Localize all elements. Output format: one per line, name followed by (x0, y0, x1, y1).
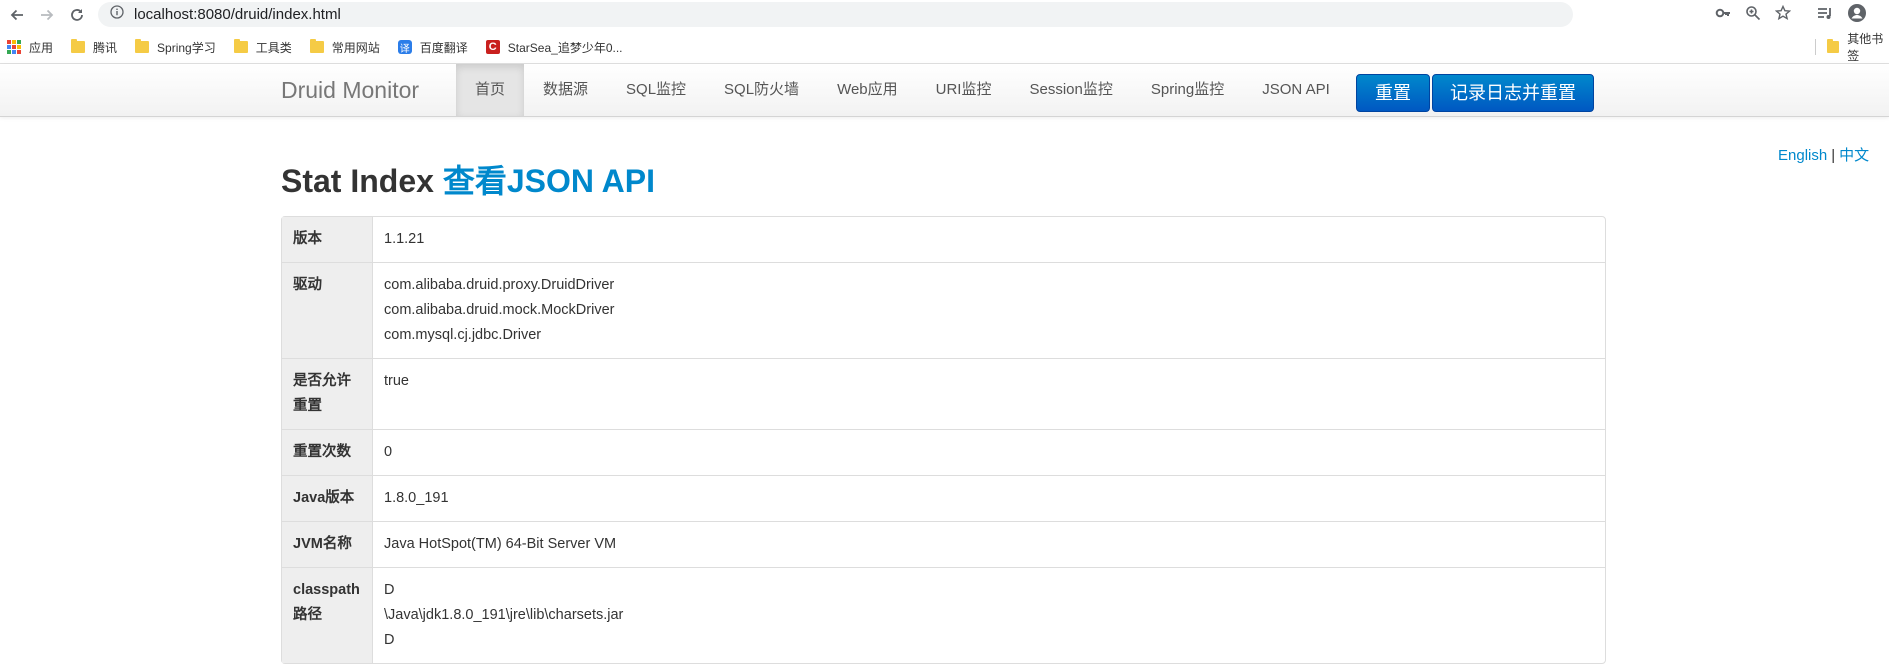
key-icon[interactable] (1715, 5, 1731, 26)
bookmark-spring[interactable]: Spring学习 (135, 39, 216, 56)
row-value: 1.8.0_191 (373, 475, 1605, 521)
row-value: 0 (373, 429, 1605, 475)
bookmark-label: 腾讯 (93, 40, 118, 55)
row-value: D \Java\jdk1.8.0_191\jre\lib\charsets.ja… (373, 567, 1605, 663)
browser-toolbar: localhost:8080/druid/index.html (0, 0, 1889, 30)
reload-icon[interactable] (64, 2, 90, 28)
row-value: true (373, 358, 1605, 429)
forward-icon[interactable] (34, 2, 60, 28)
language-separator: | (1831, 147, 1836, 164)
bookmark-label: 其他书签 (1847, 32, 1884, 63)
info-icon[interactable] (110, 5, 124, 24)
folder-icon (135, 39, 150, 53)
csdn-icon: C (485, 40, 500, 54)
profile-icon[interactable] (1847, 3, 1867, 28)
value-line: 1.8.0_191 (384, 490, 449, 506)
folder-icon (71, 39, 86, 53)
chinese-link[interactable]: 中文 (1839, 147, 1869, 164)
bookmark-label: 百度翻译 (419, 40, 468, 55)
star-icon[interactable] (1774, 4, 1792, 26)
nav-item-sql[interactable]: SQL监控 (607, 64, 705, 116)
nav-item-json-api[interactable]: JSON API (1243, 64, 1349, 116)
folder-icon (1827, 39, 1840, 53)
value-line: com.alibaba.druid.proxy.DruidDriver (384, 277, 615, 293)
nav-item-home[interactable]: 首页 (456, 64, 525, 116)
table-row: 版本 1.1.21 (282, 217, 1605, 262)
row-key: classpath路径 (282, 567, 373, 663)
log-and-reset-button[interactable]: 记录日志并重置 (1432, 74, 1594, 112)
baidu-fanyi-icon: 译 (397, 40, 412, 55)
table-row: 驱动 com.alibaba.druid.proxy.DruidDriver c… (282, 262, 1605, 358)
table-row: classpath路径 D \Java\jdk1.8.0_191\jre\lib… (282, 567, 1605, 663)
row-key: JVM名称 (282, 521, 373, 567)
bookmark-tencent[interactable]: 腾讯 (71, 39, 117, 56)
bookmark-baidu-fanyi[interactable]: 译 百度翻译 (397, 39, 468, 56)
value-line: 0 (384, 444, 393, 460)
english-link[interactable]: English (1778, 147, 1827, 164)
table-row: 重置次数 0 (282, 429, 1605, 475)
reset-button[interactable]: 重置 (1356, 74, 1430, 112)
value-line: com.mysql.cj.jdbc.Driver (384, 327, 542, 343)
page-title-text: Stat Index (281, 163, 434, 199)
row-value: com.alibaba.druid.proxy.DruidDriver com.… (373, 262, 1605, 358)
druid-navbar: Druid Monitor 首页 数据源 SQL监控 SQL防火墙 Web应用 … (0, 64, 1889, 117)
row-key: 版本 (282, 217, 373, 262)
value-line: com.alibaba.druid.mock.MockDriver (384, 302, 615, 318)
json-api-link[interactable]: 查看JSON API (443, 163, 655, 199)
table-row: Java版本 1.8.0_191 (282, 475, 1605, 521)
bookmark-csdn[interactable]: C StarSea_追梦少年0... (485, 39, 623, 56)
value-line: \Java\jdk1.8.0_191\jre\lib\charsets.jar (384, 607, 624, 623)
stat-table: 版本 1.1.21 驱动 com.alibaba.druid.proxy.Dru… (281, 216, 1606, 664)
apps-grid-icon (7, 40, 21, 54)
bookmark-tools[interactable]: 工具类 (233, 39, 292, 56)
brand[interactable]: Druid Monitor (281, 64, 419, 116)
reading-list-icon[interactable] (1817, 5, 1833, 26)
zoom-icon[interactable] (1745, 5, 1761, 26)
value-line: D (384, 632, 395, 648)
back-icon[interactable] (4, 2, 30, 28)
folder-icon (309, 39, 324, 53)
bookmarks-bar: 应用 腾讯 Spring学习 工具类 常用网站 译 百度翻译 C StarSea… (0, 31, 1889, 64)
row-key: Java版本 (282, 475, 373, 521)
language-switch: English | 中文 (1778, 144, 1869, 165)
bookmark-label: 工具类 (255, 40, 292, 55)
bookmark-other[interactable]: 其他书签 (1827, 31, 1889, 63)
bookmark-label: 常用网站 (331, 40, 380, 55)
nav-item-session[interactable]: Session监控 (1010, 64, 1131, 116)
row-key: 是否允许重置 (282, 358, 373, 429)
row-key: 重置次数 (282, 429, 373, 475)
value-line: 1.1.21 (384, 231, 425, 247)
table-row: 是否允许重置 true (282, 358, 1605, 429)
bookmark-common-sites[interactable]: 常用网站 (309, 39, 380, 56)
row-value: 1.1.21 (373, 217, 1605, 262)
page-title: Stat Index 查看JSON API (281, 156, 655, 202)
bookmark-divider (1815, 39, 1816, 55)
row-value: Java HotSpot(TM) 64-Bit Server VM (373, 521, 1605, 567)
nav-item-webapp[interactable]: Web应用 (818, 64, 917, 116)
bookmark-apps[interactable]: 应用 (7, 39, 53, 56)
address-bar[interactable]: localhost:8080/druid/index.html (98, 2, 1573, 27)
bookmark-label: 应用 (29, 40, 54, 55)
table-row: JVM名称 Java HotSpot(TM) 64-Bit Server VM (282, 521, 1605, 567)
nav-menu: 首页 数据源 SQL监控 SQL防火墙 Web应用 URI监控 Session监… (456, 64, 1349, 116)
nav-item-spring[interactable]: Spring监控 (1132, 64, 1243, 116)
bookmark-label: Spring学习 (157, 40, 216, 55)
nav-item-uri[interactable]: URI监控 (917, 64, 1011, 116)
folder-icon (233, 39, 248, 53)
value-line: true (384, 373, 409, 389)
url-text[interactable]: localhost:8080/druid/index.html (134, 6, 341, 23)
value-line: Java HotSpot(TM) 64-Bit Server VM (384, 536, 617, 552)
value-line: D (384, 582, 395, 598)
bookmark-label: StarSea_追梦少年0... (507, 40, 623, 55)
nav-item-datasource[interactable]: 数据源 (524, 64, 607, 116)
nav-item-wall[interactable]: SQL防火墙 (705, 64, 818, 116)
row-key: 驱动 (282, 262, 373, 358)
